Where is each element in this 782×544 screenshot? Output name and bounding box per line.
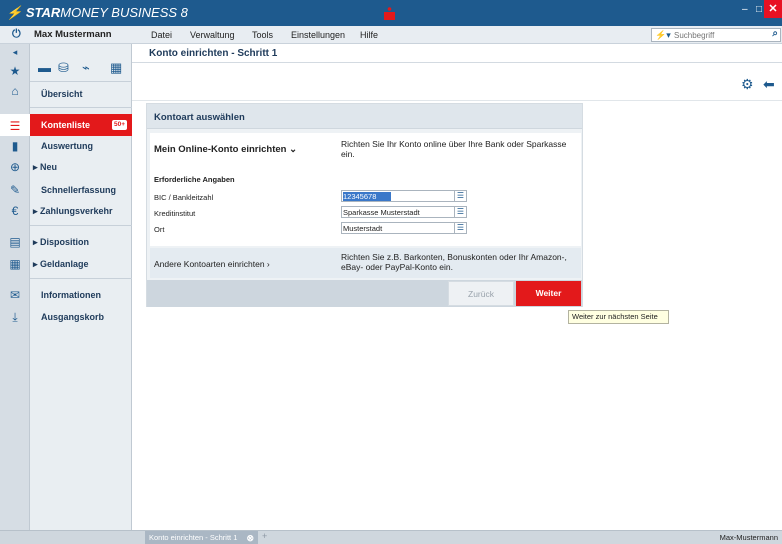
logo-brand: MONEY BUSINESS 8 (60, 5, 188, 20)
nav-item-kontenliste[interactable]: Kontenliste 50+ (30, 114, 132, 136)
bic-field: ☰ (341, 190, 467, 202)
button-row: Zurück Weiter (147, 280, 582, 307)
tab-konto-einrichten[interactable]: Konto einrichten - Schritt 1 ⊗ (145, 531, 258, 544)
favorites-star-icon[interactable]: ★ (0, 64, 30, 78)
payment-icon[interactable]: € (0, 204, 30, 218)
bar-chart-icon[interactable]: ▮ (0, 139, 30, 153)
online-account-toggle[interactable]: Mein Online-Konto einrichten ⌄ (154, 144, 297, 155)
mail-icon[interactable]: ✉ (0, 288, 30, 302)
bank-icon[interactable]: ⛁ (58, 60, 69, 76)
search-scope-icon[interactable]: ⚡▾ (655, 30, 671, 41)
calculator-icon[interactable]: ▦ (110, 60, 122, 76)
edit-icon[interactable]: ✎ (0, 183, 30, 197)
nav-item-zahlungsverkehr[interactable]: ▸ Zahlungsverkehr (30, 200, 132, 222)
search-box: ⚡▾ ⌕ (651, 28, 781, 42)
home-icon[interactable]: ⌂ (0, 84, 30, 98)
online-account-section: Mein Online-Konto einrichten ⌄ Richten S… (150, 133, 581, 246)
logo-prefix: STAR (25, 5, 61, 20)
count-badge: 50+ (111, 120, 127, 130)
new-account-icon[interactable]: ⊕ (0, 160, 30, 174)
settings-gear-icon[interactable]: ⚙ (741, 76, 754, 93)
power-icon[interactable]: ⏻ (12, 28, 21, 41)
panel-header: Kontoart auswählen (147, 104, 582, 129)
title-bar: ⚡ STARMONEY BUSINESS 8 – □ ✕ (0, 0, 782, 26)
account-type-panel: Kontoart auswählen Mein Online-Konto ein… (146, 103, 583, 307)
new-tab-plus-icon[interactable]: + (262, 531, 267, 541)
status-user: Max-Mustermann (719, 533, 778, 542)
menu-bar: ⏻ Max Mustermann Datei Verwaltung Tools … (0, 26, 782, 44)
toolbar-divider (132, 100, 782, 101)
sparkasse-icon (384, 7, 395, 20)
minimize-button[interactable]: – (742, 4, 748, 15)
city-field: ☰ (341, 222, 467, 234)
list-picker-icon[interactable]: ☰ (454, 207, 466, 217)
disposition-icon[interactable]: ▤ (0, 235, 30, 249)
close-button[interactable]: ✕ (764, 0, 782, 18)
bank-label: Kreditinstitut (154, 209, 196, 218)
nav-item-neu[interactable]: ▸ Neu (30, 156, 132, 178)
header-divider (132, 62, 782, 63)
other-account-link[interactable]: Andere Kontoarten einrichten › (154, 259, 270, 269)
maximize-button[interactable]: □ (756, 4, 762, 15)
search-icon[interactable]: ⌕ (772, 28, 778, 39)
city-input[interactable] (343, 224, 451, 233)
nav-item-uebersicht[interactable]: Übersicht (30, 83, 132, 105)
collapse-icon[interactable]: ◂ (0, 47, 30, 58)
back-button[interactable]: Zurück (448, 281, 514, 306)
nav-item-auswertung[interactable]: Auswertung (30, 135, 132, 157)
menu-datei[interactable]: Datei (151, 30, 172, 40)
bic-label: BIC / Bankleitzahl (154, 193, 214, 202)
outbox-icon[interactable]: ⤓ (0, 310, 30, 325)
nav-item-geldanlage[interactable]: ▸ Geldanlage (30, 253, 132, 275)
list-icon[interactable]: ☰ (0, 119, 30, 133)
investment-icon[interactable]: ▦ (0, 257, 30, 271)
nav-item-disposition[interactable]: ▸ Disposition (30, 231, 132, 253)
panel-title: Kontoart auswählen (154, 112, 245, 123)
list-picker-icon[interactable]: ☰ (454, 223, 466, 233)
city-label: Ort (154, 225, 165, 234)
navigation-panel: ▬ ⛁ ⌁ ▦ Übersicht Kontenliste 50+ Auswer… (30, 44, 132, 530)
menu-hilfe[interactable]: Hilfe (360, 30, 378, 40)
nav-toolbar: ▬ ⛁ ⌁ ▦ (30, 60, 132, 78)
menu-einstellungen[interactable]: Einstellungen (291, 30, 345, 40)
search-input[interactable] (674, 30, 754, 40)
current-user: Max Mustermann (34, 29, 112, 40)
chart-icon[interactable]: ⌁ (82, 60, 90, 76)
status-bar: Konto einrichten - Schritt 1 ⊗ + Max-Mus… (0, 530, 782, 544)
nav-item-informationen[interactable]: Informationen (30, 284, 132, 306)
menu-tools[interactable]: Tools (252, 30, 273, 40)
page-title: Konto einrichten - Schritt 1 (149, 48, 278, 59)
next-button[interactable]: Weiter (516, 281, 581, 306)
other-account-section[interactable]: Andere Kontoarten einrichten › Richten S… (150, 248, 581, 278)
logo-icon: ⚡ (6, 5, 23, 20)
nav-item-ausgangskorb[interactable]: Ausgangskorb (30, 306, 132, 328)
next-tooltip: Weiter zur nächsten Seite (568, 310, 669, 324)
icon-rail: ◂ ★ ⌂ ☰ ▮ ⊕ ✎ € ▤ ▦ ✉ ⤓ (0, 44, 30, 530)
bank-field: ☰ (341, 206, 467, 218)
back-arrow-icon[interactable]: ⬅ (763, 76, 775, 93)
tab-label: Konto einrichten - Schritt 1 (149, 533, 238, 542)
bank-input[interactable] (343, 208, 451, 217)
nav-divider (30, 107, 132, 108)
online-account-description: Richten Sie Ihr Konto online über Ihre B… (341, 139, 567, 159)
other-account-description: Richten Sie z.B. Barkonten, Bonuskonten … (341, 252, 567, 272)
nav-divider (30, 278, 132, 279)
list-picker-icon[interactable]: ☰ (454, 191, 466, 201)
nav-item-label: Kontenliste (41, 120, 91, 130)
menu-verwaltung[interactable]: Verwaltung (190, 30, 235, 40)
required-fields-heading: Erforderliche Angaben (154, 175, 235, 184)
transfer-icon[interactable]: ▬ (38, 60, 51, 75)
nav-divider (30, 81, 132, 82)
nav-item-schnellerfassung[interactable]: Schnellerfassung (30, 179, 132, 201)
bic-input[interactable] (343, 192, 391, 201)
app-logo: ⚡ STARMONEY BUSINESS 8 (6, 5, 188, 21)
tab-close-icon[interactable]: ⊗ (246, 532, 254, 544)
nav-divider (30, 225, 132, 226)
